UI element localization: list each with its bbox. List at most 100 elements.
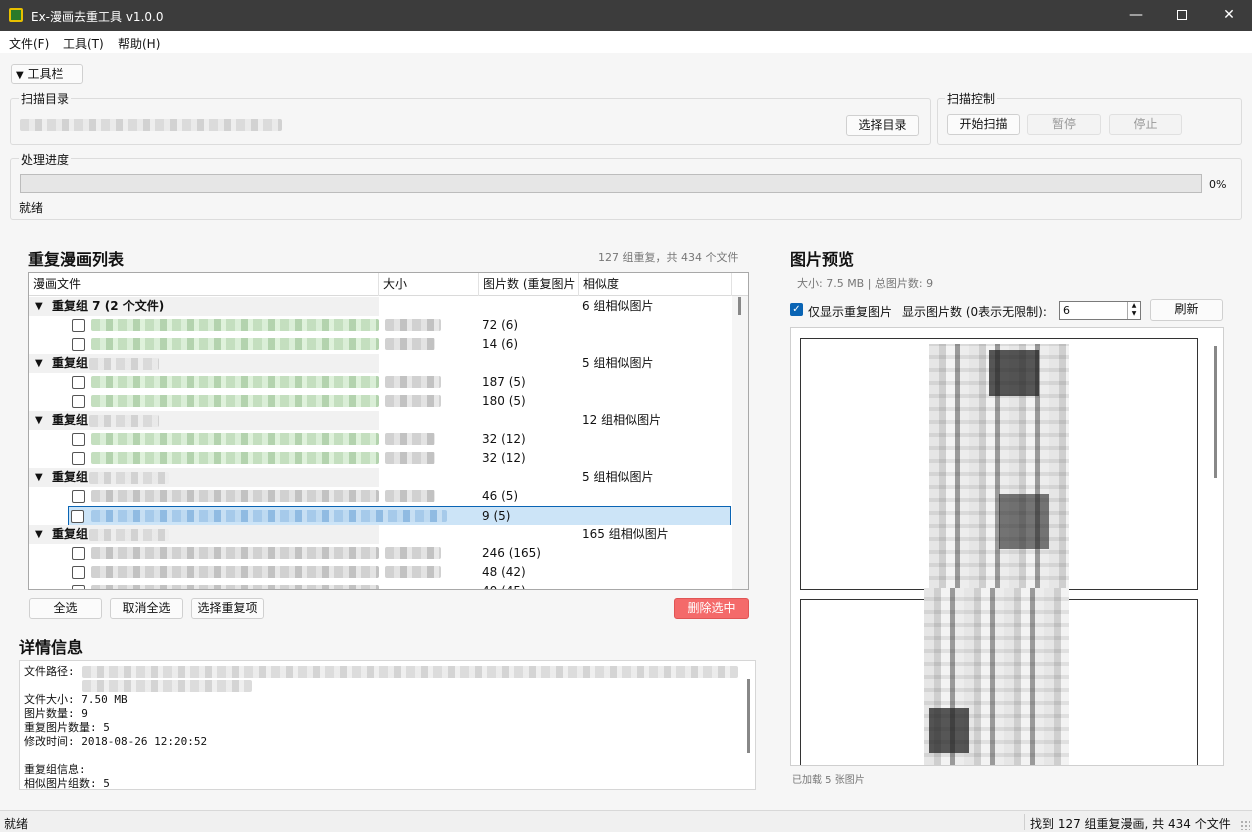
tree-scrollbar[interactable]	[732, 296, 748, 589]
detail-path-value-cont	[82, 680, 252, 692]
file-image-count: 32 (12)	[482, 451, 526, 465]
deselect-all-button[interactable]: 取消全选	[110, 598, 183, 619]
file-image-count: 180 (5)	[482, 394, 526, 408]
file-row[interactable]: 32 (12)	[29, 449, 732, 468]
group-row[interactable]: ▼ 重复组 5 组相似图片	[29, 354, 732, 373]
row-checkbox[interactable]	[72, 547, 85, 560]
col-similarity[interactable]: 相似度	[579, 273, 732, 296]
file-row[interactable]: 246 (165)	[29, 544, 732, 563]
detail-line: 相似图片组数: 5	[24, 777, 110, 790]
only-dup-checkbox[interactable]: ✓	[790, 303, 803, 316]
count-value: 6	[1063, 304, 1070, 317]
status-left: 就绪	[4, 817, 29, 831]
row-checkbox[interactable]	[72, 319, 85, 332]
spin-arrows[interactable]: ▲ ▼	[1127, 302, 1140, 319]
row-checkbox[interactable]	[71, 510, 84, 523]
spin-up-icon[interactable]: ▲	[1128, 302, 1140, 310]
chevron-down-icon[interactable]: ▼	[35, 297, 43, 316]
duplicate-list-title: 重复漫画列表	[28, 250, 125, 269]
file-image-count: 72 (6)	[482, 318, 519, 332]
group-similarity: 6 组相似图片	[582, 299, 654, 313]
preview-scroll-thumb[interactable]	[1214, 346, 1217, 478]
col-file[interactable]: 漫画文件	[29, 273, 379, 296]
count-label: 显示图片数 (0表示无限制):	[902, 305, 1047, 319]
file-image-count: 40 (45)	[482, 582, 526, 589]
resize-grip-icon[interactable]	[1240, 820, 1250, 830]
file-row-selected[interactable]: 9 (5)	[68, 506, 731, 527]
file-name	[91, 547, 379, 559]
refresh-button[interactable]: 刷新	[1150, 299, 1223, 321]
pause-button[interactable]: 暂停	[1027, 114, 1101, 135]
row-checkbox[interactable]	[72, 338, 85, 351]
app-icon	[9, 8, 23, 22]
group-name: 重复组	[52, 527, 89, 541]
row-checkbox[interactable]	[72, 433, 85, 446]
group-row[interactable]: ▼ 重复组 7 (2 个文件) 6 组相似图片	[29, 297, 732, 316]
file-row[interactable]: 72 (6)	[29, 316, 732, 335]
duplicate-summary: 127 组重复，共 434 个文件	[598, 251, 739, 264]
image-dark-region	[999, 494, 1049, 549]
delete-selected-button[interactable]: 删除选中	[674, 598, 749, 619]
file-row[interactable]: 180 (5)	[29, 392, 732, 411]
maximize-button[interactable]	[1159, 0, 1205, 31]
tree-scroll-thumb[interactable]	[738, 297, 741, 315]
menu-tools[interactable]: 工具(T)	[63, 35, 104, 52]
scan-dir-label: 扫描目录	[19, 90, 72, 107]
select-duplicates-button[interactable]: 选择重复项	[191, 598, 264, 619]
group-row[interactable]: ▼ 重复组 165 组相似图片	[29, 525, 732, 544]
file-image-count: 187 (5)	[482, 375, 526, 389]
preview-area[interactable]	[790, 327, 1224, 766]
group-similarity: 165 组相似图片	[582, 527, 669, 541]
file-size	[385, 395, 441, 407]
count-spinbox[interactable]: 6 ▲ ▼	[1059, 301, 1141, 320]
toolbar-toggle-button[interactable]: ▼ 工具栏	[11, 64, 83, 84]
stop-button[interactable]: 停止	[1109, 114, 1182, 135]
row-checkbox[interactable]	[72, 395, 85, 408]
row-checkbox[interactable]	[72, 490, 85, 503]
details-scroll-thumb[interactable]	[747, 679, 750, 753]
file-row[interactable]: 187 (5)	[29, 373, 732, 392]
group-row[interactable]: ▼ 重复组 12 组相似图片	[29, 411, 732, 430]
file-name	[91, 452, 379, 464]
row-checkbox[interactable]	[72, 376, 85, 389]
title-bar: Ex-漫画去重工具 v1.0.0 — ✕	[0, 0, 1252, 31]
col-count[interactable]: 图片数 (重复图片	[479, 273, 579, 296]
file-size	[385, 433, 435, 445]
spin-down-icon[interactable]: ▼	[1128, 310, 1140, 318]
chevron-down-icon[interactable]: ▼	[35, 525, 43, 544]
chevron-down-icon[interactable]: ▼	[35, 411, 43, 430]
file-row[interactable]: 14 (6)	[29, 335, 732, 354]
start-scan-button[interactable]: 开始扫描	[947, 114, 1020, 135]
choose-dir-button[interactable]: 选择目录	[846, 115, 919, 136]
col-size[interactable]: 大小	[379, 273, 479, 296]
menu-help[interactable]: 帮助(H)	[118, 35, 160, 52]
file-row[interactable]: 32 (12)	[29, 430, 732, 449]
minimize-button[interactable]: —	[1113, 0, 1159, 31]
file-size	[385, 547, 441, 559]
row-checkbox[interactable]	[72, 585, 85, 589]
select-all-button[interactable]: 全选	[29, 598, 102, 619]
file-row[interactable]: 46 (5)	[29, 487, 732, 506]
detail-line: 重复组信息:	[24, 763, 86, 776]
menu-file[interactable]: 文件(F)	[9, 35, 49, 52]
file-image-count: 32 (12)	[482, 432, 526, 446]
details-panel[interactable]: 文件路径: 文件大小: 7.50 MB 图片数量: 9 重复图片数量: 5 修改…	[19, 660, 756, 790]
file-row[interactable]: 48 (42)	[29, 563, 732, 582]
preview-image[interactable]	[929, 344, 1069, 589]
close-button[interactable]: ✕	[1206, 0, 1252, 31]
file-row[interactable]: 40 (45)	[29, 582, 732, 589]
preview-image[interactable]	[924, 588, 1069, 765]
scan-control-label: 扫描控制	[945, 90, 998, 107]
chevron-down-icon[interactable]: ▼	[35, 354, 43, 373]
menu-bar: 文件(F) 工具(T) 帮助(H)	[0, 31, 1252, 53]
file-image-count: 48 (42)	[482, 565, 526, 579]
group-name-detail	[89, 472, 169, 484]
group-row[interactable]: ▼ 重复组 5 组相似图片	[29, 468, 732, 487]
row-checkbox[interactable]	[72, 566, 85, 579]
group-name: 重复组	[52, 356, 89, 370]
group-similarity: 5 组相似图片	[582, 356, 654, 370]
duplicate-tree[interactable]: 漫画文件 大小 图片数 (重复图片 相似度 ▼ 重复组 7 (2 个文件) 6 …	[28, 272, 749, 590]
row-checkbox[interactable]	[72, 452, 85, 465]
chevron-down-icon[interactable]: ▼	[35, 468, 43, 487]
file-size	[385, 452, 435, 464]
